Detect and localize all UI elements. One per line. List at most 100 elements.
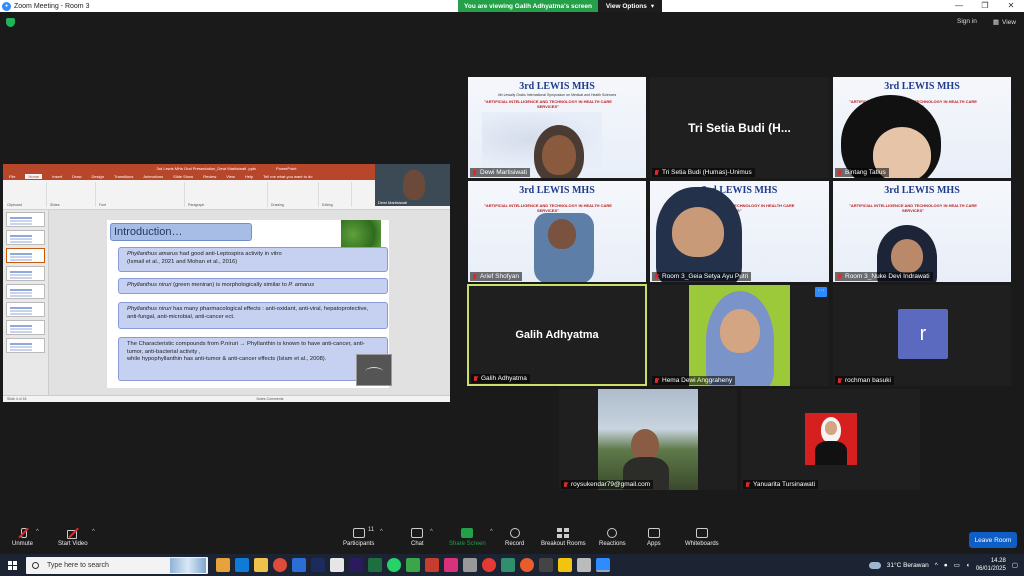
signin-button[interactable]: Sign in [957, 18, 977, 26]
microphone-icon[interactable]: ● [944, 562, 948, 569]
ppt-menu-review: Review [203, 174, 217, 179]
file-explorer-app-icon[interactable] [254, 558, 268, 572]
windows-start-icon[interactable] [8, 560, 17, 570]
restore-button[interactable]: ❐ [972, 0, 998, 12]
share-screen-button[interactable]: Share Screen [449, 528, 486, 547]
excel-app-icon[interactable] [368, 558, 382, 572]
app-icon[interactable] [463, 558, 477, 572]
ribbon-paragraph: Paragraph [188, 182, 268, 207]
slide-bullet-3: Phyllanthus niruri has many pharmacologi… [118, 302, 388, 329]
photoshop-app-icon[interactable] [311, 558, 325, 572]
slide-thumbnail [6, 338, 45, 353]
leave-room-button[interactable]: Leave Room [969, 532, 1017, 548]
slide-thumbnail [6, 230, 45, 245]
mic-muted-icon [472, 273, 477, 280]
banner-theme: "ARTIFICIAL INTELLIGENCE AND TECHNOLOGY … [484, 203, 612, 213]
participant-tile[interactable]: 3rd LEWIS MHS "ARTIFICIAL INTELLIGENCE A… [468, 181, 646, 282]
chat-options-caret[interactable]: ^ [430, 529, 433, 535]
more-options-icon[interactable]: ··· [815, 287, 827, 297]
participants-options-caret[interactable]: ^ [380, 529, 383, 535]
opera-app-icon[interactable] [482, 558, 496, 572]
grid-icon: ▦ [992, 19, 1000, 26]
participant-tile[interactable]: 3rd LEWIS MHS "ARTIFICIAL INTELLIGENCE A… [833, 181, 1011, 282]
bullet-2-italic: Phyllanthus niruri [127, 282, 172, 288]
participant-name-label: Galih Adhyatma [471, 374, 530, 383]
banner-theme: "ARTIFICIAL INTELLIGENCE AND TECHNOLOGY … [849, 203, 977, 213]
participant-name: Arief Shofyan [480, 273, 520, 280]
widgets-app-icon[interactable] [216, 558, 230, 572]
minimize-button[interactable]: — [946, 0, 972, 12]
view-options-button[interactable]: View Options ▾ [598, 0, 662, 12]
mic-muted-icon [17, 528, 29, 538]
encryption-shield-icon[interactable] [6, 18, 15, 27]
participant-name-label: Hema Dewi Anggraheny [652, 376, 736, 385]
video-options-caret[interactable]: ^ [92, 529, 95, 535]
app-icon[interactable] [539, 558, 553, 572]
taskbar-apps [216, 558, 610, 572]
chrome-app-icon[interactable] [273, 558, 287, 572]
chevron-up-icon[interactable]: ^ [935, 562, 938, 569]
chat-button[interactable]: Chat [411, 528, 424, 547]
volume-icon[interactable]: ◖ [966, 562, 970, 569]
reactions-button[interactable]: Reactions [599, 528, 626, 547]
audio-options-caret[interactable]: ^ [36, 529, 39, 535]
slide-thumbnails [3, 210, 49, 395]
participant-tile[interactable]: 3rd LEWIS MHS 4th Lewaily Grabs Internat… [468, 77, 646, 178]
notifications-icon[interactable]: ▢ [1012, 561, 1018, 569]
mic-muted-icon [654, 273, 659, 280]
clock[interactable]: 14.28 06/01/2025 [976, 557, 1006, 573]
participant-name-label: Arief Shofyan [470, 272, 523, 281]
slide-thumbnail [6, 212, 45, 227]
participant-tile[interactable]: Hema Dewi Anggraheny [650, 285, 829, 386]
participant-tile[interactable]: 3rd LEWIS MHS "ARTIFICIAL INTELLIGENCE A… [650, 181, 829, 282]
participant-tile[interactable]: roysukendar79@gmail.com [559, 389, 737, 490]
reactions-icon [607, 528, 618, 538]
apps-button[interactable]: Apps [647, 528, 661, 547]
close-button[interactable]: ✕ [998, 0, 1024, 12]
zoom-app-icon[interactable] [596, 558, 610, 572]
participant-tile[interactable]: r rochman basuki [833, 285, 1011, 386]
participant-tile[interactable]: Tri Setia Budi (H... Tri Setia Budi (Hum… [650, 77, 829, 178]
powerpoint-app-icon[interactable] [425, 558, 439, 572]
whatsapp-app-icon[interactable] [387, 558, 401, 572]
ppt-body: Introduction… Phyllanthus amarus had goo… [3, 210, 450, 395]
mic-muted-icon [837, 377, 842, 384]
participant-name: Hema Dewi Anggraheny [662, 377, 733, 384]
start-video-button[interactable]: Start Video [58, 528, 88, 547]
premiere-app-icon[interactable] [349, 558, 363, 572]
participant-tile[interactable]: 3rd LEWIS MHS "ARTIFICIAL INTELLIGENCE A… [833, 77, 1011, 178]
avatar: r [898, 309, 948, 359]
video-off-icon [66, 528, 79, 539]
shared-screen: 3rd Lewis MHs Oral Presentation_Dewi Mar… [3, 164, 450, 402]
taskbar-search-box[interactable]: Type here to search [26, 556, 208, 574]
mic-muted-icon [472, 169, 477, 176]
mail-app-icon[interactable] [292, 558, 306, 572]
weather-cloud-icon [866, 558, 881, 569]
app-icon[interactable] [501, 558, 515, 572]
record-button[interactable]: Record [505, 528, 524, 547]
system-tray: 31°C Berawan ^ ● ▭ ◖ 14.28 06/01/2025 ▢ [866, 554, 1018, 576]
bullet-4-text-2: while hypophyllanthin has anti-tumor & a… [127, 356, 327, 362]
share-options-caret[interactable]: ^ [490, 529, 493, 535]
app-icon[interactable] [577, 558, 591, 572]
sticky-notes-app-icon[interactable] [558, 558, 572, 572]
participant-name-label: roysukendar79@gmail.com [561, 480, 654, 489]
ppt-app-name: PowerPoint [276, 166, 297, 171]
unmute-button[interactable]: Unmute [12, 528, 33, 547]
network-icon[interactable]: ▭ [954, 561, 960, 569]
sheets-app-icon[interactable] [406, 558, 420, 572]
view-button[interactable]: ▦ View [992, 18, 1016, 27]
breakout-rooms-button[interactable]: Breakout Rooms [541, 528, 586, 547]
chevron-down-icon: ▾ [650, 3, 655, 10]
edge-app-icon[interactable] [235, 558, 249, 572]
notepad-app-icon[interactable] [330, 558, 344, 572]
mic-muted-icon [654, 169, 659, 176]
participant-tile[interactable]: Yanuarita Tursinawati [741, 389, 920, 490]
participant-tile-active[interactable]: Galih Adhyatma Galih Adhyatma [467, 284, 647, 386]
instagram-app-icon[interactable] [444, 558, 458, 572]
app-icon[interactable] [520, 558, 534, 572]
whiteboards-button[interactable]: Whiteboards [685, 528, 719, 547]
weather-text[interactable]: 31°C Berawan [887, 562, 929, 569]
ribbon-slides: Slides [50, 182, 96, 207]
share-screen-label: Share Screen [449, 541, 486, 547]
